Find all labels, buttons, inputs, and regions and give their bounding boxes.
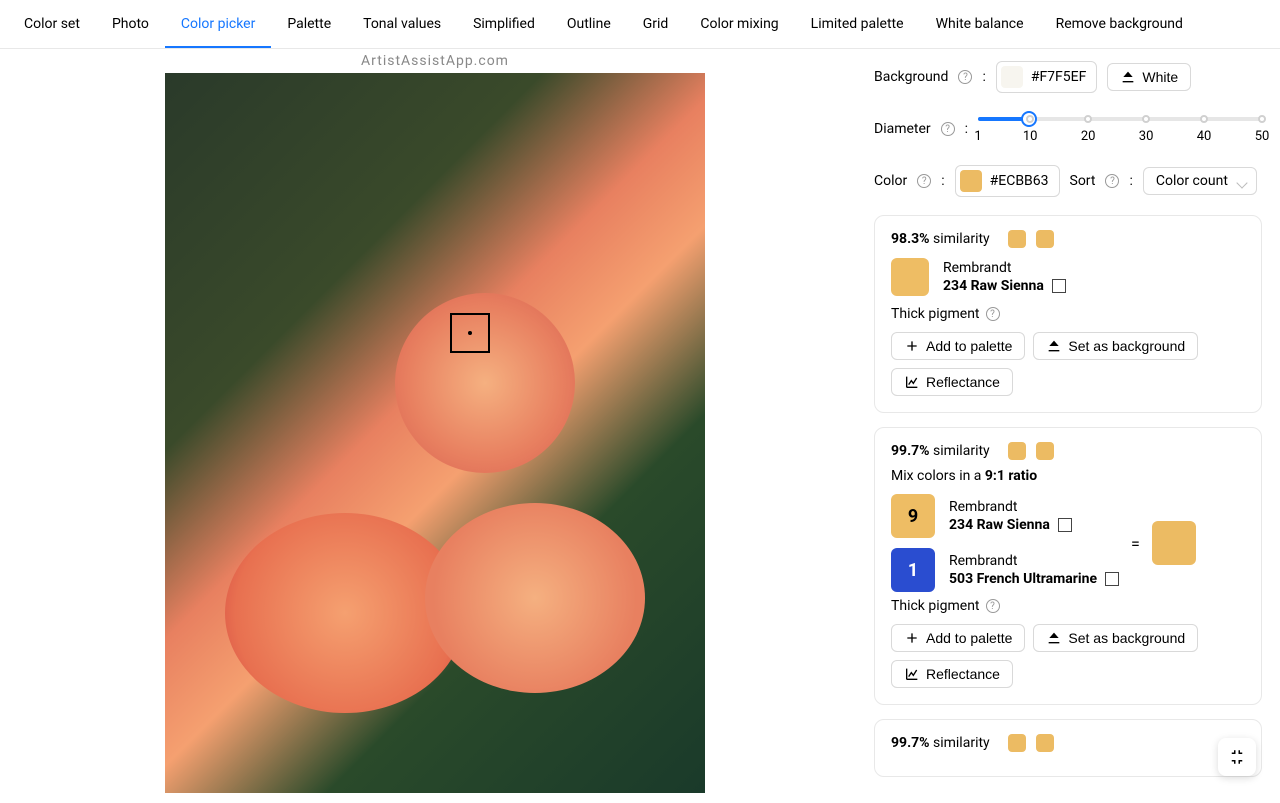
- slider-mark-label: 40: [1197, 129, 1212, 144]
- tab-bar: Color setPhotoColor pickerPaletteTonal v…: [0, 0, 1280, 49]
- paint-name: 234 Raw Sienna: [943, 278, 1044, 294]
- picked-hex: #ECBB63: [990, 173, 1049, 189]
- sort-label: Sort: [1070, 173, 1096, 189]
- paint-name: 503 French Ultramarine: [949, 571, 1097, 587]
- help-icon[interactable]: ?: [941, 122, 955, 136]
- match-swatch: [1036, 734, 1054, 752]
- slider-mark-label: 1: [974, 129, 981, 144]
- color-label: Color: [874, 173, 907, 189]
- tab-grid[interactable]: Grid: [627, 0, 685, 48]
- match-swatch: [1036, 230, 1054, 248]
- background-label: Background: [874, 69, 948, 85]
- result-card: 99.7% similarity Mix colors in a 9:1 rat…: [874, 427, 1262, 705]
- paint-brand: Rembrandt: [949, 553, 1119, 569]
- result-card: 98.3% similarity Rembrandt 234 Raw Sienn…: [874, 215, 1262, 413]
- tab-remove-background[interactable]: Remove background: [1040, 0, 1199, 48]
- result-card: 99.7% similarity: [874, 719, 1262, 777]
- thick-pigment-label: Thick pigment: [891, 598, 980, 614]
- add-to-palette-button[interactable]: Add to palette: [891, 332, 1025, 360]
- similarity-label: similarity: [933, 231, 990, 247]
- add-to-palette-button[interactable]: Add to palette: [891, 624, 1025, 652]
- tab-palette[interactable]: Palette: [271, 0, 347, 48]
- fill-icon: [1120, 69, 1136, 85]
- similarity-value: 98.3%: [891, 231, 930, 247]
- target-swatch: [1008, 442, 1026, 460]
- similarity-label: similarity: [933, 443, 990, 459]
- set-as-background-button[interactable]: Set as background: [1033, 624, 1198, 652]
- tab-color-set[interactable]: Color set: [8, 0, 96, 48]
- picked-color-chip[interactable]: #ECBB63: [955, 165, 1060, 197]
- help-icon[interactable]: ?: [986, 307, 1000, 321]
- picker-crosshair[interactable]: [450, 313, 490, 353]
- help-icon[interactable]: ?: [917, 174, 931, 188]
- diameter-label: Diameter: [874, 121, 931, 137]
- paint-swatch: [891, 258, 929, 296]
- photo-canvas[interactable]: [165, 73, 705, 793]
- collapse-icon: [1228, 748, 1246, 766]
- photo-panel: ArtistAssistApp.com: [0, 49, 870, 803]
- set-as-background-button[interactable]: Set as background: [1033, 332, 1198, 360]
- checkbox[interactable]: [1052, 279, 1066, 293]
- target-swatch: [1008, 734, 1026, 752]
- tab-tonal-values[interactable]: Tonal values: [347, 0, 457, 48]
- white-button[interactable]: White: [1107, 63, 1191, 91]
- checkbox[interactable]: [1105, 572, 1119, 586]
- result-swatch: [1152, 521, 1196, 565]
- checkbox[interactable]: [1058, 518, 1072, 532]
- controls-panel: Background ?: #F7F5EF White Diameter ?: …: [870, 49, 1280, 803]
- mix-ratio-text: Mix colors in a 9:1 ratio: [891, 468, 1245, 484]
- help-icon[interactable]: ?: [958, 70, 972, 84]
- help-icon[interactable]: ?: [986, 599, 1000, 613]
- match-swatch: [1036, 442, 1054, 460]
- tab-white-balance[interactable]: White balance: [920, 0, 1040, 48]
- tab-simplified[interactable]: Simplified: [457, 0, 551, 48]
- background-swatch: [1001, 66, 1023, 88]
- help-icon[interactable]: ?: [1105, 174, 1119, 188]
- reflectance-button[interactable]: Reflectance: [891, 368, 1013, 396]
- watermark: ArtistAssistApp.com: [0, 49, 870, 73]
- similarity-value: 99.7%: [891, 735, 930, 751]
- tab-color-mixing[interactable]: Color mixing: [684, 0, 794, 48]
- tab-limited-palette[interactable]: Limited palette: [795, 0, 920, 48]
- slider-mark-label: 10: [1023, 129, 1038, 144]
- diameter-slider[interactable]: 11020304050: [978, 111, 1262, 147]
- background-hex: #F7F5EF: [1031, 69, 1087, 85]
- similarity-value: 99.7%: [891, 443, 930, 459]
- ratio-swatch: 9: [891, 494, 935, 538]
- slider-mark-label: 50: [1255, 129, 1270, 144]
- picked-swatch: [960, 170, 982, 192]
- slider-mark-label: 20: [1081, 129, 1096, 144]
- tab-outline[interactable]: Outline: [551, 0, 627, 48]
- thick-pigment-label: Thick pigment: [891, 306, 980, 322]
- paint-brand: Rembrandt: [949, 499, 1072, 515]
- similarity-label: similarity: [933, 735, 990, 751]
- reflectance-button[interactable]: Reflectance: [891, 660, 1013, 688]
- background-color-chip[interactable]: #F7F5EF: [996, 61, 1098, 93]
- collapse-fab[interactable]: [1218, 738, 1256, 776]
- ratio-swatch: 1: [891, 548, 935, 592]
- paint-brand: Rembrandt: [943, 260, 1066, 276]
- sort-select[interactable]: Color count: [1143, 167, 1257, 195]
- paint-name: 234 Raw Sienna: [949, 517, 1050, 533]
- tab-photo[interactable]: Photo: [96, 0, 165, 48]
- target-swatch: [1008, 230, 1026, 248]
- equals: =: [1131, 534, 1140, 553]
- tab-color-picker[interactable]: Color picker: [165, 0, 271, 48]
- slider-mark-label: 30: [1139, 129, 1154, 144]
